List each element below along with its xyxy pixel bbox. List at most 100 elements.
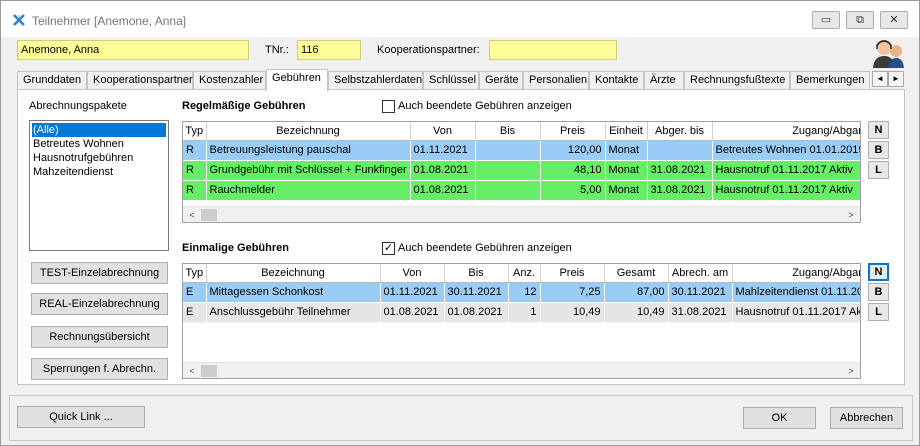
restore-button[interactable]: ⧉ — [846, 11, 874, 29]
tab-scroll-left-icon[interactable]: ◄ — [872, 71, 888, 87]
table-row[interactable]: E Anschlussgebühr Teilnehmer 01.08.2021 … — [183, 302, 860, 323]
user-avatar-icon[interactable] — [871, 37, 905, 69]
col-von[interactable]: Von — [410, 122, 476, 141]
col-von[interactable]: Von — [380, 264, 445, 283]
tab-kooperationspartner[interactable]: Kooperationspartner — [87, 71, 193, 90]
scroll-left-icon[interactable]: < — [185, 208, 199, 222]
onetime-edit-button[interactable]: B — [868, 283, 889, 301]
col-preis[interactable]: Preis — [540, 122, 606, 141]
invoice-overview-button[interactable]: Rechnungsübersicht — [31, 326, 168, 348]
cell-einheit: Monat — [605, 180, 648, 201]
regular-fees-grid: Typ Bezeichnung Von Bis Preis Einheit Ab… — [182, 121, 861, 223]
col-abger-bis[interactable]: Abger. bis — [647, 122, 713, 141]
name-field[interactable]: Anemone, Anna — [17, 40, 249, 60]
tab-scroll-right-icon[interactable]: ► — [888, 71, 904, 87]
quick-link-button[interactable]: Quick Link ... — [17, 406, 145, 428]
tab-scroll: ◄ ► — [872, 71, 904, 87]
window-title: Teilnehmer [Anemone, Anna] — [32, 14, 187, 28]
regular-edit-button[interactable]: B — [868, 141, 889, 159]
package-item-alle[interactable]: (Alle) — [32, 123, 166, 137]
regular-fees-title: Regelmäßige Gebühren — [182, 100, 306, 112]
col-bezeichnung[interactable]: Bezeichnung — [206, 264, 381, 283]
cell-anzahl: 12 — [508, 282, 541, 303]
package-item-betreutes-wohnen[interactable]: Betreutes Wohnen — [30, 137, 168, 151]
regular-show-ended-label: Auch beendete Gebühren anzeigen — [398, 100, 572, 112]
col-zugang-abgang[interactable]: Zugang/Abgang — [732, 264, 860, 283]
packages-label: Abrechnungspakete — [29, 100, 127, 112]
billing-locks-button[interactable]: Sperrungen f. Abrechn. — [31, 358, 168, 380]
cell-von: 01.08.2021 — [410, 180, 476, 201]
regular-new-button[interactable]: N — [868, 121, 889, 139]
cell-bezeichnung: Mittagessen Schonkost — [206, 282, 381, 303]
table-row[interactable]: R Rauchmelder 01.08.2021 5,00 Monat 31.0… — [183, 180, 860, 201]
onetime-delete-button[interactable]: L — [868, 303, 889, 321]
cell-abger-bis: 31.08.2021 — [647, 160, 713, 181]
regular-delete-button[interactable]: L — [868, 161, 889, 179]
col-typ[interactable]: Typ — [183, 122, 207, 141]
onetime-new-button[interactable]: N — [868, 263, 889, 281]
partner-label: Kooperationspartner: — [377, 44, 480, 56]
cell-abger-bis: 31.08.2021 — [647, 180, 713, 201]
tab-bemerkungen[interactable]: Bemerkungen — [790, 71, 870, 90]
tab-gebuehren[interactable]: Gebühren — [266, 69, 328, 91]
real-billing-button[interactable]: REAL-Einzelabrechnung — [31, 293, 168, 315]
tnr-field[interactable]: 116 — [297, 40, 361, 60]
packages-list[interactable]: (Alle) Betreutes Wohnen Hausnotrufgebühr… — [29, 120, 169, 251]
cell-typ: E — [183, 302, 207, 323]
minimize-button[interactable]: ▭ — [812, 11, 840, 29]
tab-grunddaten[interactable]: Grunddaten — [17, 71, 87, 90]
tab-aerzte[interactable]: Ärzte — [644, 71, 684, 90]
scroll-right-icon[interactable]: > — [844, 208, 858, 222]
col-anzahl[interactable]: Anz. — [508, 264, 541, 283]
col-abrech-am[interactable]: Abrech. am — [668, 264, 733, 283]
tab-schluessel[interactable]: Schlüssel — [423, 71, 479, 90]
table-row[interactable]: R Grundgebühr mit Schlüssel + Funkfinger… — [183, 160, 860, 181]
close-button[interactable]: ✕ — [880, 11, 908, 29]
col-einheit[interactable]: Einheit — [605, 122, 648, 141]
cell-preis: 48,10 — [540, 160, 606, 181]
scroll-left-icon[interactable]: < — [185, 364, 199, 378]
table-row[interactable]: R Betreuungsleistung pauschal 01.11.2021… — [183, 140, 860, 161]
cell-von: 01.11.2021 — [410, 140, 476, 161]
tab-kostenzahler[interactable]: Kostenzahler — [193, 71, 266, 90]
cell-anzahl: 1 — [508, 302, 541, 323]
cell-bis — [475, 180, 541, 201]
participant-window: Teilnehmer [Anemone, Anna] ▭ ⧉ ✕ Anemone… — [0, 0, 920, 446]
regular-show-ended-checkbox[interactable] — [382, 100, 395, 113]
col-preis[interactable]: Preis — [540, 264, 605, 283]
tab-geraete[interactable]: Geräte — [479, 71, 523, 90]
onetime-header-row: Typ Bezeichnung Von Bis Anz. Preis Gesam… — [183, 264, 860, 283]
col-bis[interactable]: Bis — [475, 122, 541, 141]
tab-rechnungsfusstexte[interactable]: Rechnungsfußtexte — [684, 71, 790, 90]
tab-personalien[interactable]: Personalien — [523, 71, 589, 90]
tab-selbstzahlerdaten[interactable]: Selbstzahlerdaten — [328, 71, 423, 90]
col-bis[interactable]: Bis — [444, 264, 509, 283]
table-row[interactable]: E Mittagessen Schonkost 01.11.2021 30.11… — [183, 282, 860, 303]
cell-preis: 5,00 — [540, 180, 606, 201]
col-bezeichnung[interactable]: Bezeichnung — [206, 122, 411, 141]
onetime-show-ended-label: Auch beendete Gebühren anzeigen — [398, 242, 572, 254]
col-gesamt[interactable]: Gesamt — [604, 264, 669, 283]
cell-von: 01.11.2021 — [380, 282, 445, 303]
scroll-right-icon[interactable]: > — [844, 364, 858, 378]
col-typ[interactable]: Typ — [183, 264, 207, 283]
cell-zugang-abgang: Mahlzeitendienst 01.11.2021 — [732, 282, 860, 303]
col-zugang-abgang[interactable]: Zugang/Abgang — [712, 122, 860, 141]
scroll-thumb[interactable] — [201, 209, 217, 221]
cell-einheit: Monat — [605, 160, 648, 181]
tab-kontakte[interactable]: Kontakte — [589, 71, 644, 90]
ok-button[interactable]: OK — [743, 407, 816, 429]
tnr-label: TNr.: — [265, 44, 289, 56]
cell-bezeichnung: Anschlussgebühr Teilnehmer — [206, 302, 381, 323]
cell-von: 01.08.2021 — [410, 160, 476, 181]
onetime-show-ended-checkbox[interactable]: ✓ — [382, 242, 395, 255]
partner-field[interactable] — [489, 40, 617, 60]
package-item-mahlzeitendienst[interactable]: Mahzeitendienst — [30, 165, 168, 179]
test-billing-button[interactable]: TEST-Einzelabrechnung — [31, 262, 168, 284]
scroll-thumb[interactable] — [201, 365, 217, 377]
package-item-hausnotruf[interactable]: Hausnotrufgebühren — [30, 151, 168, 165]
onetime-horizontal-scrollbar[interactable]: < > — [183, 362, 860, 378]
regular-horizontal-scrollbar[interactable]: < > — [183, 206, 860, 222]
cell-typ: R — [183, 160, 207, 181]
cancel-button[interactable]: Abbrechen — [830, 407, 903, 429]
